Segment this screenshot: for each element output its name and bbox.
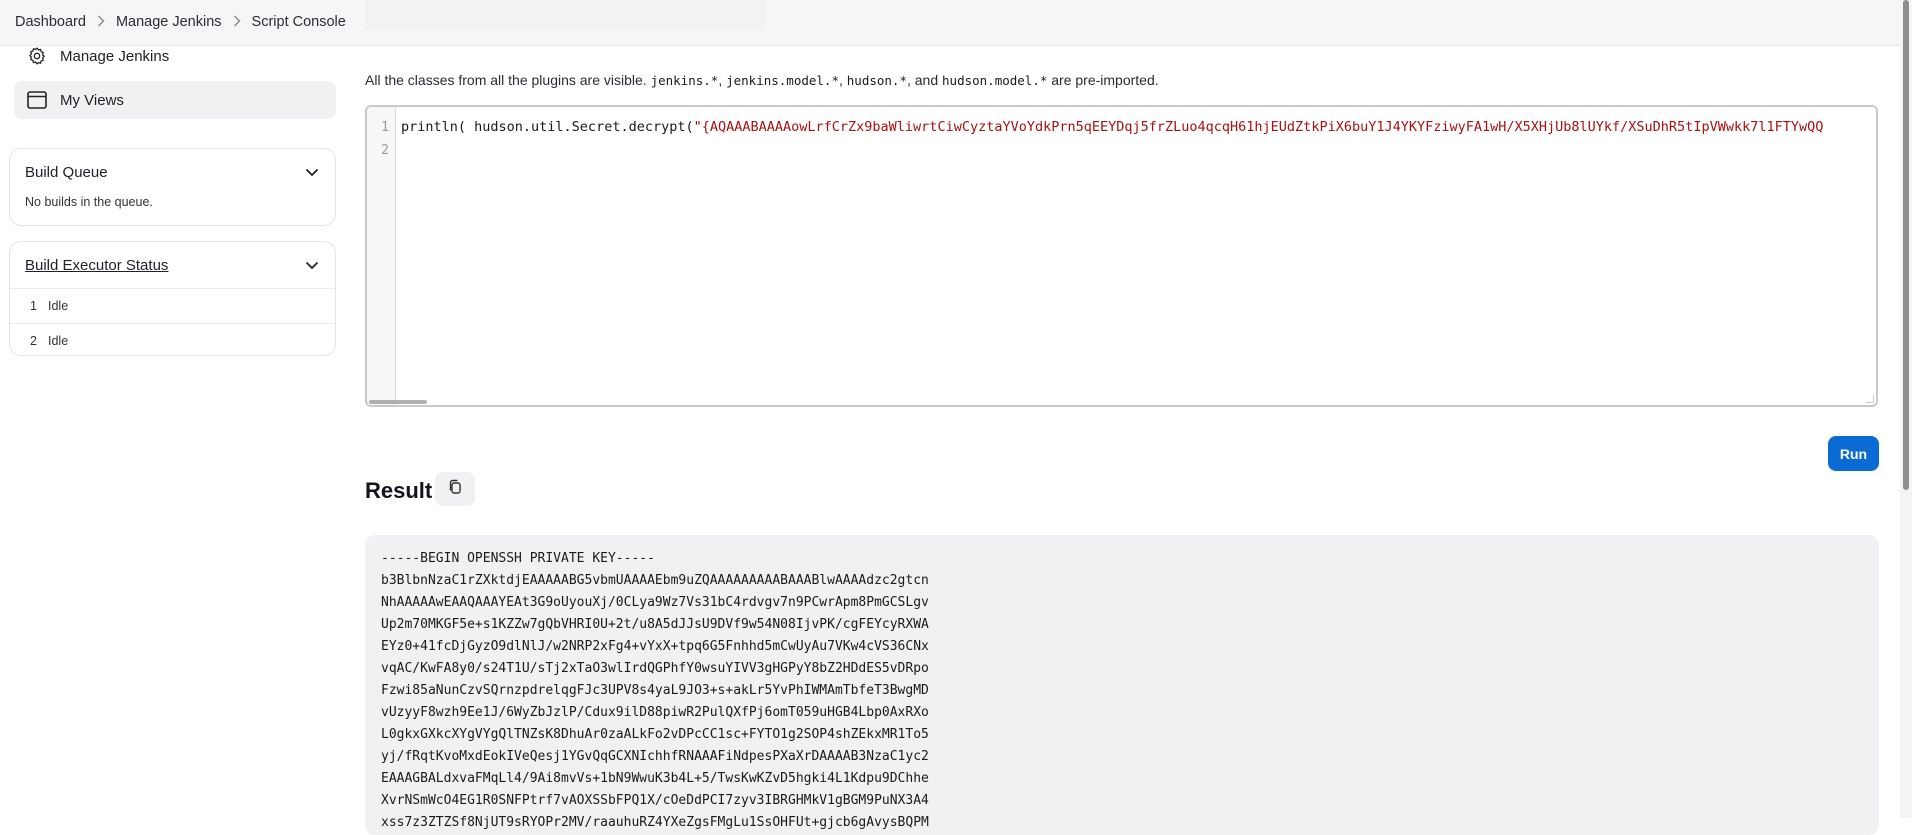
import-hudson-model: hudson.model.* [942, 73, 1048, 88]
intro-and: , and [906, 72, 943, 88]
chevron-down-icon[interactable] [305, 257, 319, 274]
result-text: -----BEGIN OPENSSH PRIVATE KEY----- b3Bl… [381, 551, 929, 830]
intro-suffix: are pre-imported. [1047, 72, 1159, 88]
executor-row: 2 Idle [10, 323, 335, 358]
editor-horizontal-scrollbar[interactable] [369, 400, 427, 404]
executor-status-link[interactable]: Build Executor Status [25, 257, 168, 274]
copy-icon [447, 479, 463, 500]
executor-status-header: Build Executor Status [10, 242, 335, 288]
chevron-down-icon[interactable] [305, 164, 319, 181]
code-text: println( hudson.util.Secret.decrypt( [401, 119, 694, 135]
window-icon [26, 89, 48, 111]
result-title: Result [365, 478, 433, 503]
script-code[interactable]: println( hudson.util.Secret.decrypt("{AQ… [401, 116, 1823, 139]
build-executor-status-pane: Build Executor Status 1 Idle 2 Idle [9, 241, 336, 356]
intro-separator: , [718, 72, 727, 88]
breadcrumb-script-console[interactable]: Script Console [252, 14, 346, 30]
faded-header-overlay [365, 0, 765, 30]
code-string-literal: "{AQAAABAAAAowLrfCrZx9baWliwrtCiwCyztaYV… [693, 119, 1824, 135]
sidebar-item-label: Manage Jenkins [60, 47, 170, 65]
executor-status: Idle [48, 334, 69, 348]
result-output: -----BEGIN OPENSSH PRIVATE KEY----- b3Bl… [365, 535, 1879, 835]
breadcrumb-manage-jenkins[interactable]: Manage Jenkins [116, 14, 222, 30]
build-queue-pane: Build Queue No builds in the queue. [9, 148, 336, 226]
script-editor[interactable]: 1 2 println( hudson.util.Secret.decrypt(… [365, 105, 1878, 407]
import-jenkins-model: jenkins.model.* [726, 73, 839, 88]
build-queue-empty-text: No builds in the queue. [25, 195, 153, 209]
executor-row: 1 Idle [10, 288, 335, 323]
intro-text: All the classes from all the plugins are… [365, 72, 647, 88]
gear-icon [26, 45, 48, 67]
line-number: 2 [381, 143, 389, 158]
breadcrumb-separator-icon [222, 14, 252, 30]
intro-separator: , [838, 72, 847, 88]
breadcrumb: Dashboard Manage Jenkins Script Console [15, 14, 346, 30]
import-hudson: hudson.* [846, 73, 907, 88]
resize-handle-icon[interactable] [1866, 395, 1874, 403]
executor-number: 2 [30, 334, 37, 348]
executor-number: 1 [30, 299, 37, 313]
breadcrumb-dashboard[interactable]: Dashboard [15, 14, 86, 30]
sidebar-item-my-views[interactable]: My Views [14, 81, 336, 119]
breadcrumb-separator-icon [86, 14, 116, 30]
copy-button[interactable] [435, 472, 475, 506]
line-number-gutter: 1 2 [367, 107, 396, 405]
script-console-description: All the classes from all the plugins are… [365, 72, 1159, 88]
line-number: 1 [381, 120, 389, 135]
executor-status: Idle [48, 299, 69, 313]
import-jenkins: jenkins.* [650, 73, 719, 88]
run-button[interactable]: Run [1828, 436, 1879, 471]
build-queue-header[interactable]: Build Queue [10, 149, 335, 195]
sidebar-item-manage-jenkins[interactable]: Manage Jenkins [14, 37, 336, 75]
build-queue-title: Build Queue [25, 163, 108, 181]
sidebar-item-label: My Views [60, 91, 124, 109]
page-scrollbar-thumb[interactable] [1903, 0, 1909, 490]
